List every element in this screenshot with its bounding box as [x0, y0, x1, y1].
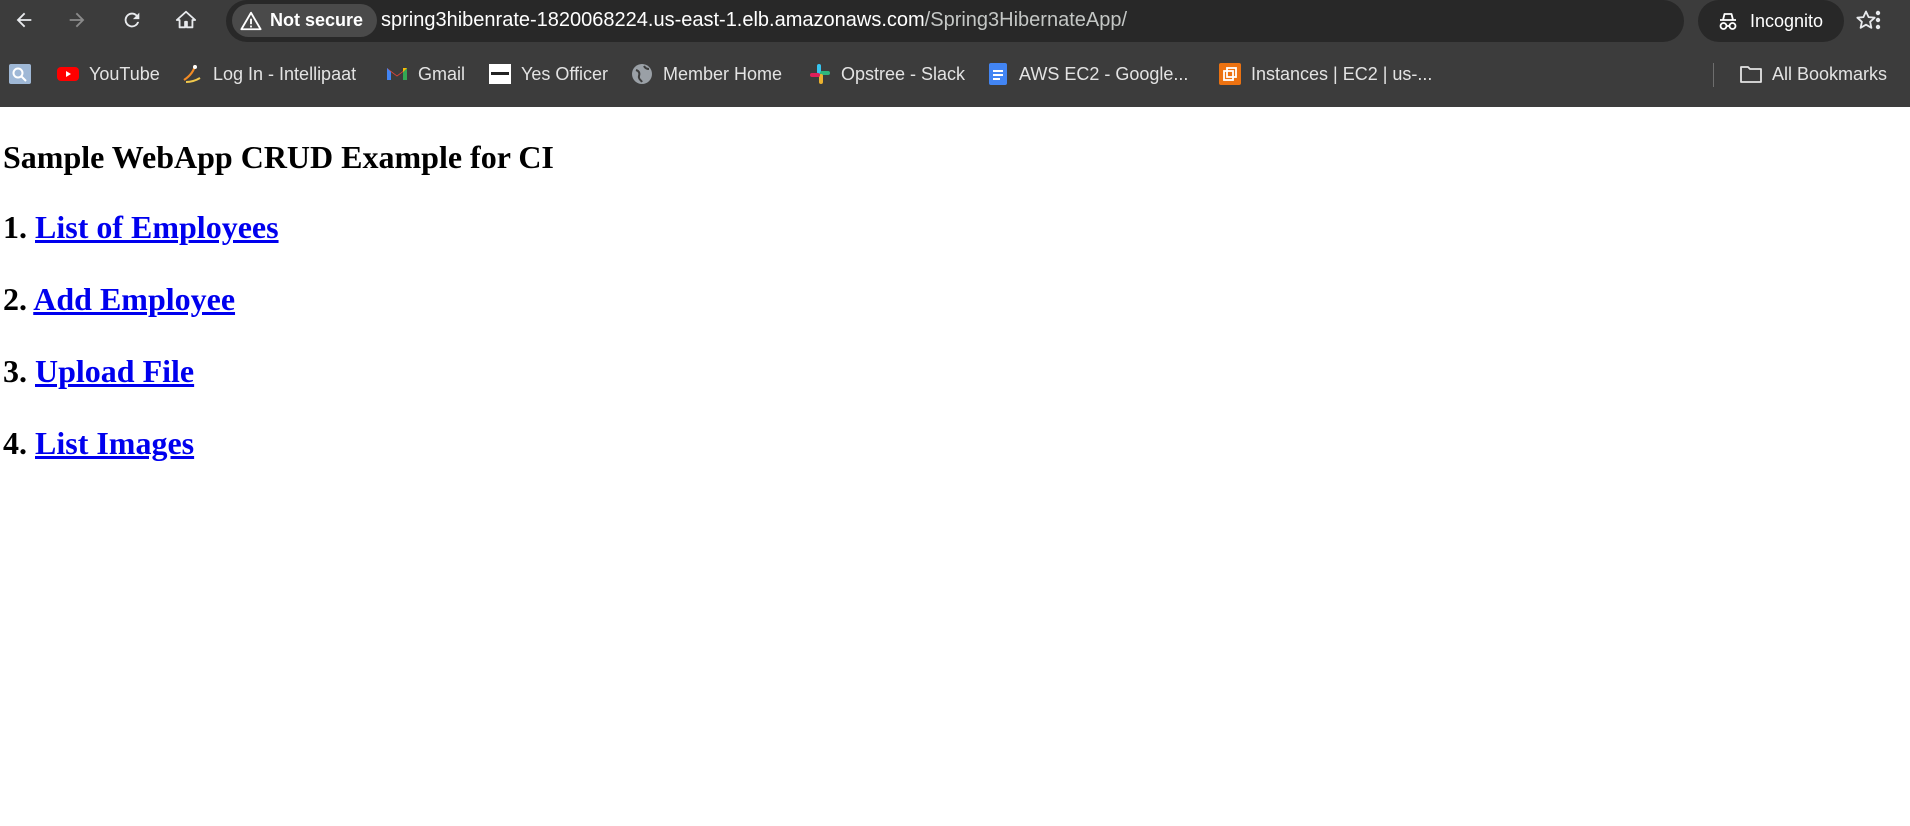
yes-officer-icon — [488, 62, 512, 86]
bookmarks-divider — [1713, 63, 1714, 87]
forward-button[interactable] — [57, 0, 97, 40]
site-security-chip[interactable]: Not secure — [232, 4, 378, 37]
gmail-icon — [385, 62, 409, 86]
home-button[interactable] — [166, 0, 206, 40]
security-label: Not secure — [270, 10, 364, 30]
page-search-icon — [8, 62, 32, 86]
bookmark-instances-ec2[interactable]: Instances | EC2 | us-... — [1218, 56, 1432, 92]
bookmark-intellipaat[interactable]: Log In - Intellipaat — [180, 56, 356, 92]
url-host: spring3hibenrate-1820068224.us-east-1.el… — [381, 9, 925, 31]
bookmark-aws-ec2-doc[interactable]: AWS EC2 - Google... — [986, 56, 1188, 92]
menu-item-2: 2. Add Employee — [3, 279, 235, 319]
bookmark-label: Yes Officer — [521, 63, 609, 84]
all-bookmarks-label: All Bookmarks — [1772, 63, 1888, 84]
bookmark-label: AWS EC2 - Google... — [1019, 63, 1189, 84]
profile-label: Incognito — [1750, 10, 1824, 31]
arrow-left-icon — [16, 12, 32, 28]
menu-item-1: 1. List of Employees — [3, 207, 279, 247]
url-text[interactable]: spring3hibenrate-1820068224.us-east-1.el… — [381, 0, 1127, 42]
warning-triangle-icon — [240, 11, 262, 30]
aws-ec2-icon — [1218, 62, 1242, 86]
home-icon — [175, 10, 197, 29]
bookmark-label: Log In - Intellipaat — [213, 63, 357, 84]
browser-menu-button[interactable] — [1862, 0, 1894, 40]
add-employee-link[interactable]: Add Employee — [33, 281, 235, 317]
menu-item-number: 3. — [3, 353, 27, 389]
browser-chrome: Not secure spring3hibenrate-1820068224.u… — [0, 0, 1910, 107]
arrow-right-icon — [69, 12, 85, 28]
upload-file-link[interactable]: Upload File — [35, 353, 194, 389]
bookmark-yes-officer[interactable]: Yes Officer — [488, 56, 608, 92]
reload-button[interactable] — [112, 0, 152, 40]
address-bar[interactable]: Not secure spring3hibenrate-1820068224.u… — [226, 0, 1876, 42]
back-button[interactable] — [4, 0, 44, 40]
bookmark-opstree-slack[interactable]: Opstree - Slack — [808, 56, 965, 92]
bookmark-label: Opstree - Slack — [841, 63, 966, 84]
folder-icon — [1739, 62, 1763, 86]
menu-item-4: 4. List Images — [3, 423, 194, 463]
bookmark-label: YouTube — [89, 63, 160, 84]
bookmark-label: Gmail — [418, 63, 466, 84]
bookmarks-bar: YouTube Log In - Intellipaat Gmail Yes O… — [0, 56, 1910, 92]
page-title: Sample WebApp CRUD Example for CI — [3, 139, 554, 175]
youtube-icon — [56, 62, 80, 86]
browser-toolbar: Not secure spring3hibenrate-1820068224.u… — [0, 0, 1910, 42]
incognito-icon — [1719, 13, 1737, 30]
intellipaat-icon — [180, 62, 204, 86]
bookmark-member-home[interactable]: Member Home — [630, 56, 782, 92]
menu-item-number: 1. — [3, 209, 27, 245]
page-content: Sample WebApp CRUD Example for CI 1. Lis… — [0, 107, 1910, 826]
url-path: /Spring3HibernateApp/ — [924, 9, 1128, 31]
menu-item-number: 2. — [3, 281, 27, 317]
bookmark-youtube[interactable]: YouTube — [56, 56, 160, 92]
reload-icon — [124, 12, 140, 28]
bookmark-label: Instances | EC2 | us-... — [1251, 63, 1433, 84]
kebab-menu-icon — [1875, 10, 1881, 30]
google-docs-icon — [986, 62, 1010, 86]
menu-item-number: 4. — [3, 425, 27, 461]
list-employees-link[interactable]: List of Employees — [35, 209, 279, 245]
bookmark-page-search[interactable] — [8, 56, 32, 92]
list-images-link[interactable]: List Images — [35, 425, 194, 461]
menu-item-3: 3. Upload File — [3, 351, 194, 391]
bookmark-gmail[interactable]: Gmail — [385, 56, 465, 92]
slack-icon — [808, 62, 832, 86]
incognito-profile-button[interactable]: Incognito — [1698, 0, 1844, 42]
all-bookmarks-button[interactable]: All Bookmarks — [1739, 56, 1887, 92]
globe-icon — [630, 62, 654, 86]
bookmark-label: Member Home — [663, 63, 783, 84]
